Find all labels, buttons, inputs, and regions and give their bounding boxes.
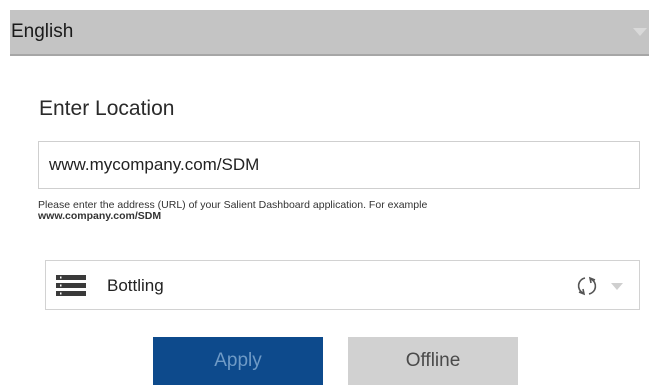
help-example-url: www.company.com/SDM: [38, 210, 162, 222]
language-selected-label: English: [11, 21, 74, 42]
dashboard-selected-label: Bottling: [107, 276, 164, 295]
apply-button[interactable]: Apply: [153, 337, 323, 385]
offline-button[interactable]: Offline: [348, 337, 518, 385]
refresh-icon[interactable]: [574, 273, 600, 299]
language-selector[interactable]: English: [10, 10, 649, 56]
location-url-input[interactable]: [38, 141, 640, 189]
chevron-down-icon[interactable]: [611, 283, 623, 290]
chevron-down-icon[interactable]: [633, 28, 647, 36]
list-icon: [56, 275, 86, 296]
dashboard-selector[interactable]: Bottling: [45, 260, 640, 310]
location-help-text: Please enter the address (URL) of your S…: [38, 200, 598, 222]
enter-location-heading: Enter Location: [39, 97, 175, 120]
